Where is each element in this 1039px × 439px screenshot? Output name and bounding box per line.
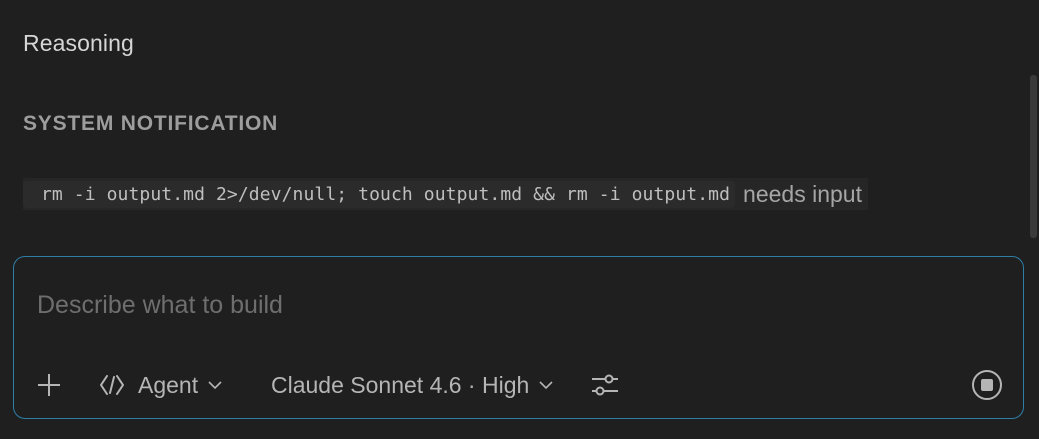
prompt-composer[interactable]: Describe what to build Agent Claude Sonn… — [13, 256, 1024, 419]
notification-status: needs input — [743, 180, 862, 207]
sliders-icon — [592, 374, 618, 396]
system-notification-title: SYSTEM NOTIFICATION — [23, 112, 279, 135]
code-brackets-icon — [100, 375, 124, 395]
chevron-down-icon — [208, 381, 222, 390]
scrollbar-thumb[interactable] — [1030, 75, 1037, 238]
stop-button[interactable] — [970, 365, 1004, 405]
mode-selector-button[interactable]: Agent — [98, 365, 222, 405]
chat-panel: Reasoning SYSTEM NOTIFICATION rm -i outp… — [0, 0, 1039, 439]
add-context-button[interactable] — [36, 365, 66, 405]
chevron-down-icon — [539, 381, 553, 390]
stop-icon — [972, 370, 1002, 400]
command-code: rm -i output.md 2>/dev/null; touch outpu… — [23, 180, 736, 208]
system-notification-message: rm -i output.md 2>/dev/null; touch outpu… — [23, 178, 868, 210]
composer-toolbar: Agent Claude Sonnet 4.6 · High — [14, 365, 1023, 405]
plus-icon — [38, 374, 60, 396]
settings-button[interactable] — [590, 365, 620, 405]
prompt-input[interactable]: Describe what to build — [37, 291, 283, 320]
mode-label: Agent — [138, 371, 199, 398]
model-label: Claude Sonnet 4.6 · High — [271, 371, 530, 398]
reasoning-label[interactable]: Reasoning — [23, 30, 134, 57]
model-selector-button[interactable]: Claude Sonnet 4.6 · High — [271, 365, 553, 405]
